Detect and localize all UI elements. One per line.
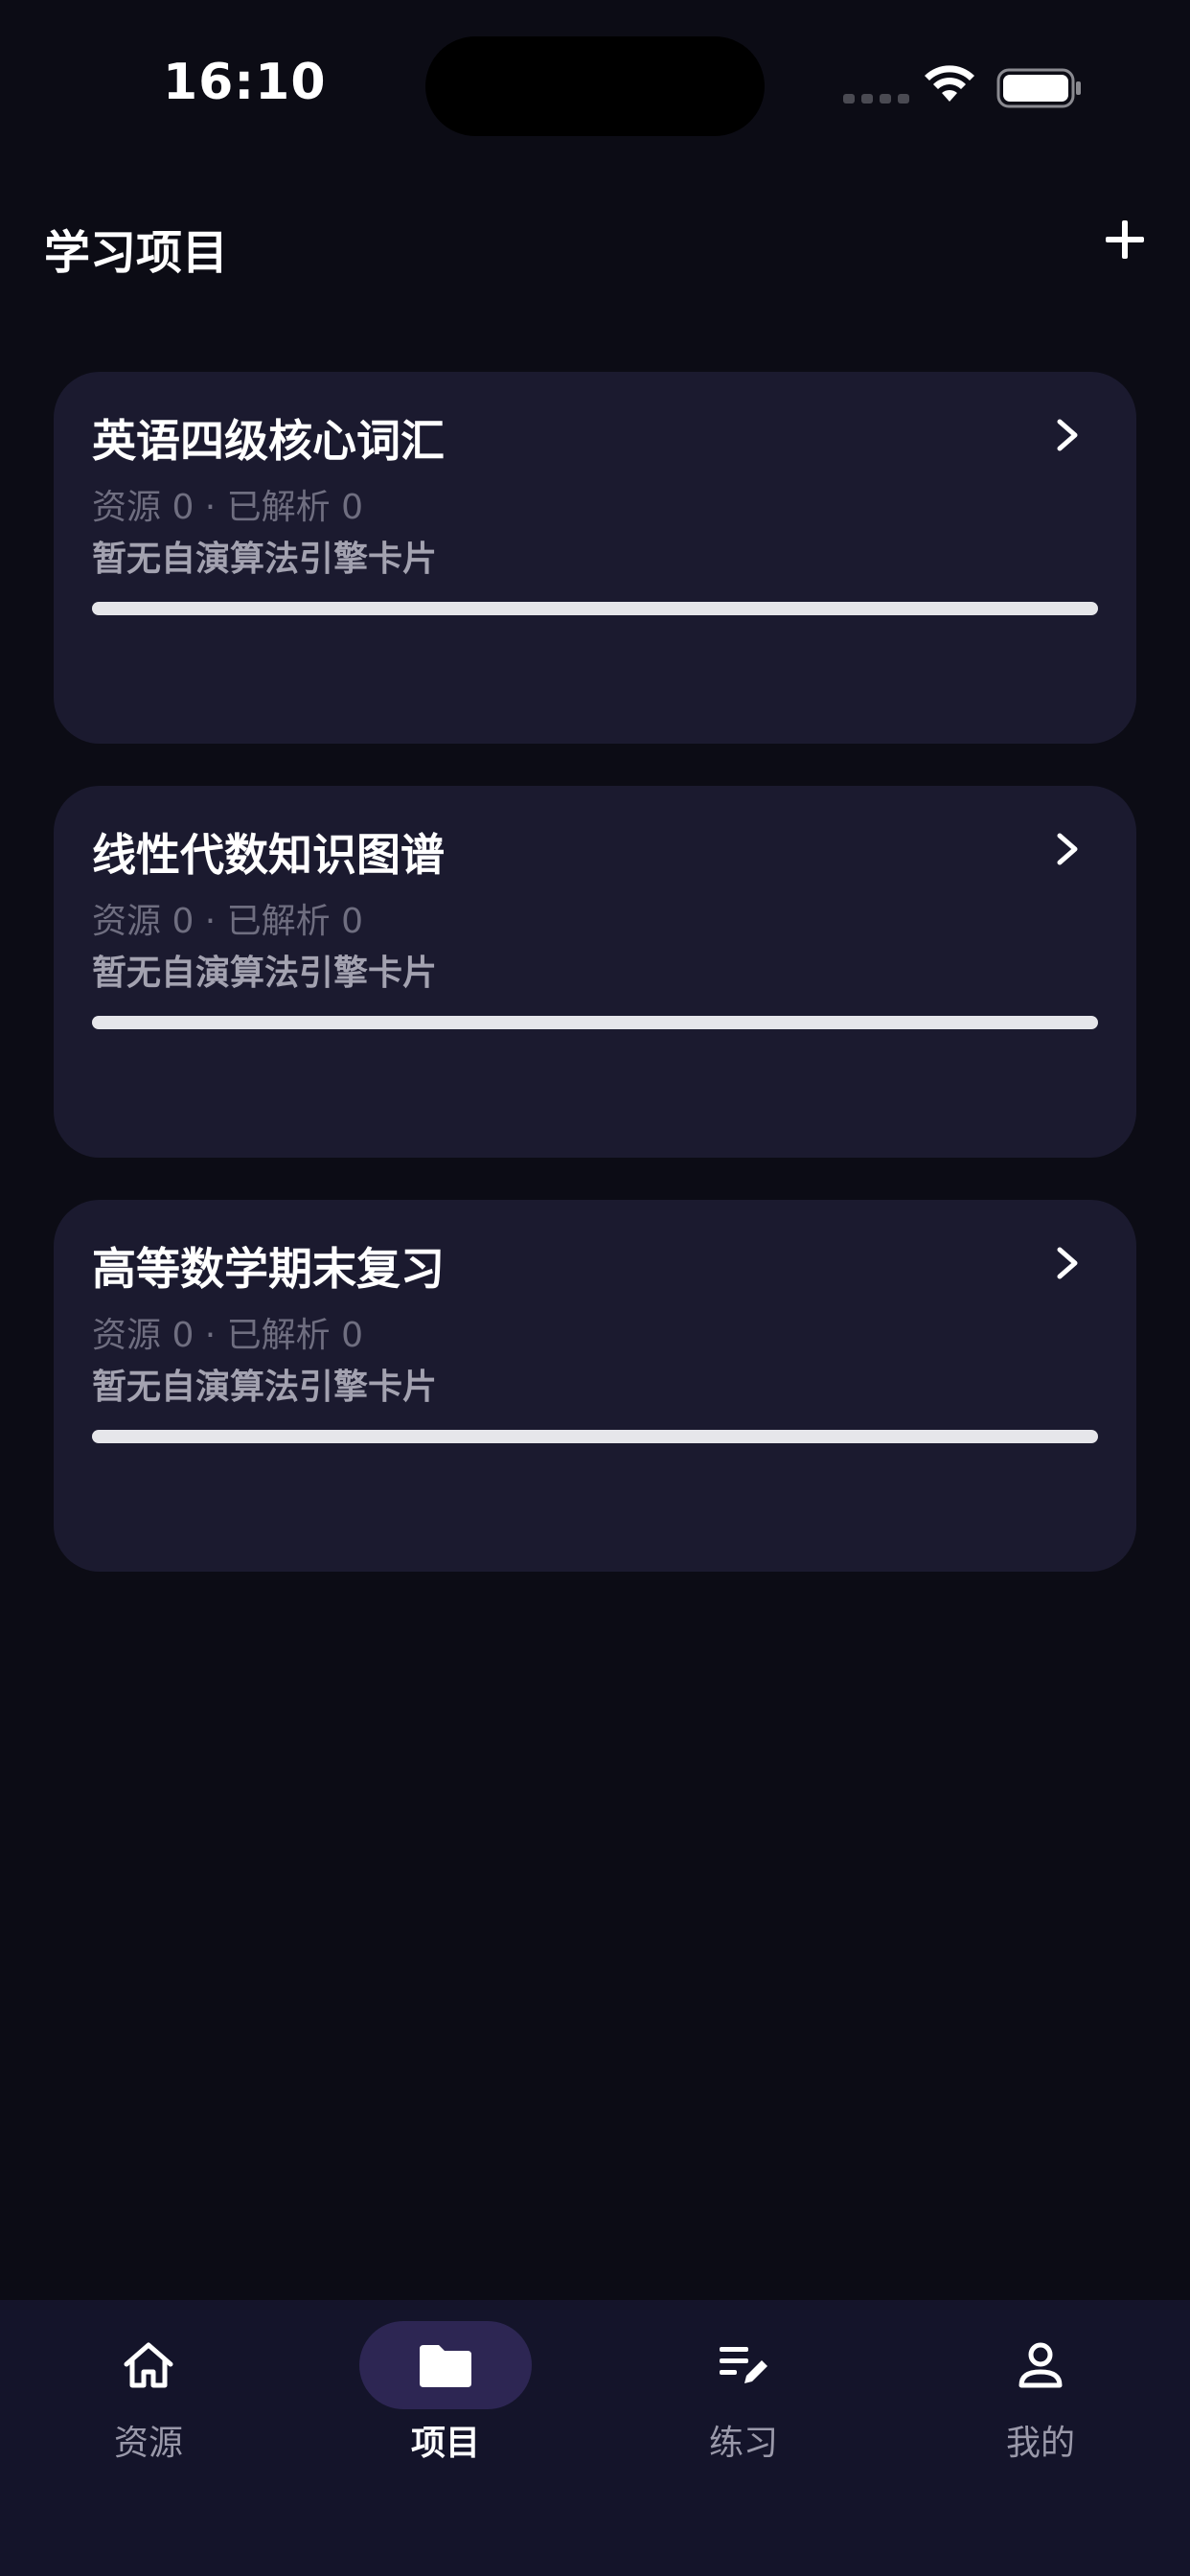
bottom-tab-bar: 资源 项目 练习 我的 (0, 2300, 1190, 2576)
status-bar: 16:10 (0, 0, 1190, 153)
project-subtitle: 暂无自演算法引擎卡片 (92, 1368, 438, 1407)
person-icon (1018, 2342, 1063, 2388)
project-progress-bar (92, 602, 1098, 615)
chevron-right-icon (1057, 833, 1078, 865)
tab-profile[interactable]: 我的 (945, 2300, 1136, 2492)
project-card[interactable]: 高等数学期末复习 资源 0 · 已解析 0 暂无自演算法引擎卡片 (54, 1200, 1136, 1572)
project-meta: 资源 0 · 已解析 0 (92, 902, 364, 941)
project-title: 线性代数知识图谱 (92, 829, 445, 881)
cellular-signal-icon (843, 94, 909, 104)
project-title: 英语四级核心词汇 (92, 415, 445, 467)
chevron-right-icon (1057, 419, 1078, 451)
project-subtitle: 暂无自演算法引擎卡片 (92, 540, 438, 579)
project-meta: 资源 0 · 已解析 0 (92, 488, 364, 527)
tab-label: 资源 (113, 2424, 183, 2463)
project-meta: 资源 0 · 已解析 0 (92, 1316, 364, 1355)
page-header: 学习项目 (0, 192, 1190, 297)
home-icon (124, 2342, 173, 2388)
project-progress-bar (92, 1016, 1098, 1029)
tab-label: 项目 (410, 2424, 480, 2463)
project-progress-bar (92, 1430, 1098, 1443)
project-title: 高等数学期末复习 (92, 1243, 445, 1295)
add-project-button[interactable] (1102, 217, 1148, 263)
dynamic-island (425, 36, 765, 136)
project-card[interactable]: 线性代数知识图谱 资源 0 · 已解析 0 暂无自演算法引擎卡片 (54, 786, 1136, 1158)
project-subtitle: 暂无自演算法引擎卡片 (92, 954, 438, 993)
tab-label: 我的 (1005, 2424, 1075, 2463)
wifi-icon (925, 65, 974, 102)
folder-icon (420, 2345, 471, 2387)
tab-label: 练习 (708, 2424, 778, 2463)
page-title: 学习项目 (44, 226, 229, 280)
battery-icon (996, 68, 1081, 108)
tab-projects[interactable]: 项目 (350, 2300, 541, 2492)
edit-list-icon (720, 2347, 767, 2383)
status-time: 16:10 (163, 54, 327, 111)
chevron-right-icon (1057, 1247, 1078, 1279)
tab-practice[interactable]: 练习 (648, 2300, 839, 2492)
plus-icon (1106, 220, 1144, 259)
project-card[interactable]: 英语四级核心词汇 资源 0 · 已解析 0 暂无自演算法引擎卡片 (54, 372, 1136, 744)
tab-resources[interactable]: 资源 (53, 2300, 244, 2492)
